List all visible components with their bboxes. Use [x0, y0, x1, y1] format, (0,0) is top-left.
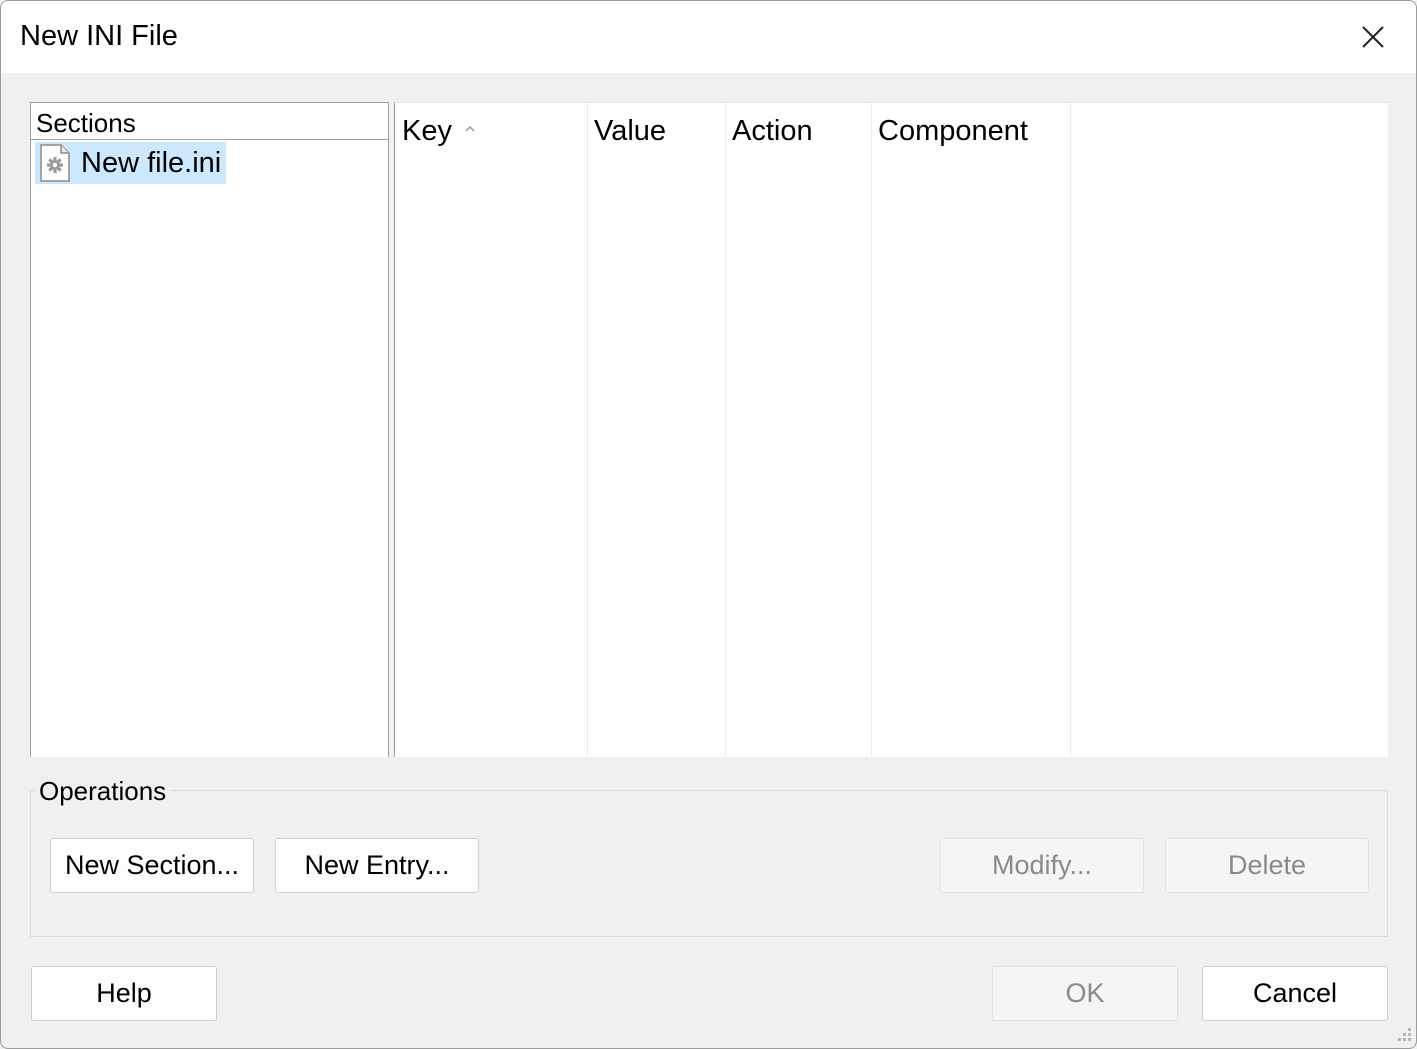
help-button[interactable]: Help — [31, 966, 217, 1021]
entries-list[interactable]: Key Value Action Component — [394, 102, 1388, 758]
ok-button[interactable]: OK — [992, 966, 1178, 1021]
column-action-label: Action — [732, 115, 813, 147]
column-divider[interactable] — [1070, 103, 1071, 758]
sections-header[interactable]: Sections — [31, 103, 388, 140]
column-divider[interactable] — [587, 103, 588, 758]
column-header-value[interactable]: Value — [587, 103, 725, 161]
column-header-action[interactable]: Action — [725, 103, 871, 161]
column-divider[interactable] — [725, 103, 726, 758]
dialog-title: New INI File — [20, 20, 178, 52]
column-header-key[interactable]: Key — [395, 103, 587, 161]
new-ini-file-dialog: New INI File Sections New file.ini Key V… — [0, 0, 1417, 1049]
tree-item-new-file-ini[interactable]: New file.ini — [35, 142, 227, 184]
operations-label: Operations — [35, 776, 171, 807]
sections-tree[interactable]: Sections New file.ini — [30, 102, 389, 757]
column-component-label: Component — [878, 115, 1028, 147]
tree-item-label: New file.ini — [81, 146, 222, 179]
sort-ascending-icon — [465, 125, 475, 132]
column-value-label: Value — [594, 115, 667, 147]
resize-grip-icon[interactable] — [1393, 1025, 1413, 1045]
sections-header-label: Sections — [36, 108, 136, 138]
close-icon — [1362, 26, 1384, 48]
delete-button[interactable]: Delete — [1165, 838, 1369, 893]
title-bar: New INI File — [1, 1, 1416, 73]
new-entry-button[interactable]: New Entry... — [275, 838, 479, 893]
column-divider[interactable] — [871, 103, 872, 758]
column-header-component[interactable]: Component — [871, 103, 1070, 161]
modify-button[interactable]: Modify... — [940, 838, 1144, 893]
cancel-button[interactable]: Cancel — [1202, 966, 1388, 1021]
close-button[interactable] — [1330, 1, 1416, 73]
ini-file-icon — [40, 144, 70, 182]
column-key-label: Key — [402, 115, 452, 147]
new-section-button[interactable]: New Section... — [50, 838, 254, 893]
